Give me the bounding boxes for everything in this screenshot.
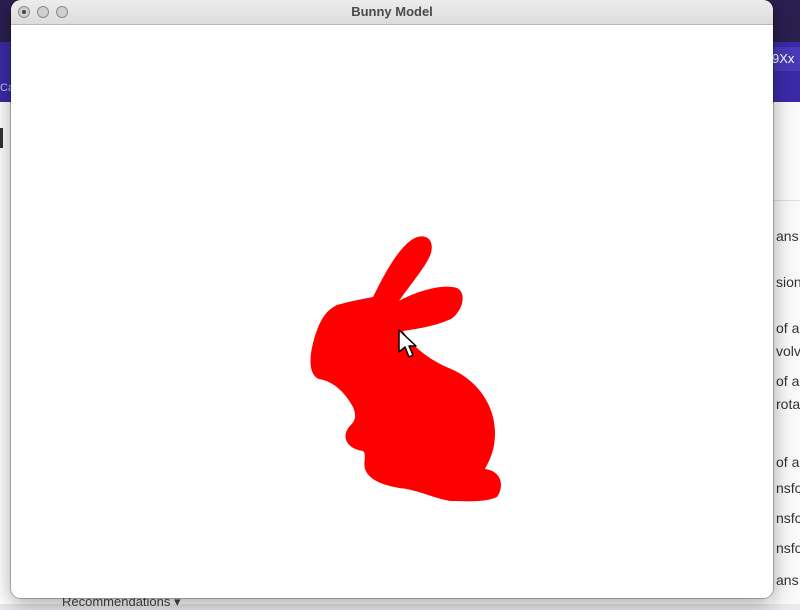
background-text-line: nsfo: [776, 540, 800, 556]
background-text-line: sion: [776, 274, 800, 290]
bunny-model: [310, 236, 501, 502]
background-left-edge: [0, 128, 3, 148]
bunny-render: [310, 236, 501, 502]
background-text-line: nsfo: [776, 480, 800, 496]
background-text-line: of a: [776, 320, 800, 336]
arrow-cursor-icon: [398, 329, 417, 358]
background-divider: [772, 200, 800, 201]
bunny-model-window: Bunny Model: [11, 0, 773, 598]
background-text-line: ans: [776, 228, 799, 244]
background-text-line: nsfo: [776, 510, 800, 526]
window-title: Bunny Model: [351, 4, 433, 19]
background-text-line: of a: [776, 454, 800, 470]
background-text-line: volve: [776, 343, 800, 359]
background-text-line: ans: [776, 572, 799, 588]
render-canvas[interactable]: [11, 25, 773, 598]
window-title-bar[interactable]: Bunny Model: [11, 0, 773, 25]
background-text-line: of a: [776, 373, 800, 389]
background-text-line: rota: [776, 396, 800, 412]
